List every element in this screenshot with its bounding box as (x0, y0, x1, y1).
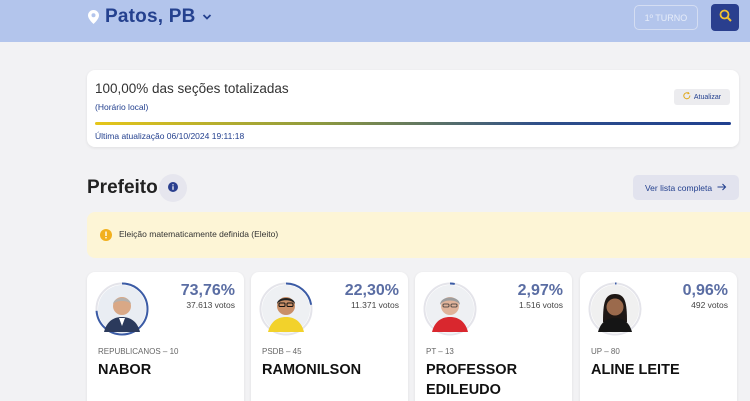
status-subtitle: (Horário local) (95, 102, 149, 112)
candidate-photo (259, 282, 313, 336)
candidate-card[interactable]: 22,30% 11.371 votos PSDB – 45 RAMONILSON (251, 272, 408, 401)
top-header: Patos, PB 1º TURNO (0, 0, 750, 42)
arrow-right-icon (717, 183, 727, 193)
candidate-name: RAMONILSON (262, 362, 362, 378)
alert-icon (100, 228, 112, 246)
party-label: PSDB – 45 (262, 347, 302, 356)
candidate-card[interactable]: 73,76% 37.613 votos REPUBLICANOS – 10 NA… (87, 272, 244, 401)
search-icon (719, 9, 732, 27)
search-button[interactable] (711, 4, 739, 31)
party-label: PT – 13 (426, 347, 454, 356)
refresh-button[interactable]: Atualizar (674, 89, 730, 105)
status-title: 100,00% das seções totalizadas (95, 81, 289, 96)
vote-count: 492 votos (691, 300, 728, 310)
candidate-card[interactable]: 0,96% 492 votos UP – 80 ALINE LEITE (580, 272, 737, 401)
turno-button[interactable]: 1º TURNO (634, 5, 698, 30)
info-button[interactable] (159, 174, 187, 202)
candidate-photo (423, 282, 477, 336)
candidate-photo (95, 282, 149, 336)
vote-count: 37.613 votos (186, 300, 235, 310)
party-label: UP – 80 (591, 347, 620, 356)
section-title: Prefeito (87, 177, 158, 198)
candidate-name: PROFESSOR EDILEUDO (426, 362, 518, 398)
refresh-icon (683, 91, 691, 102)
candidate-name: ALINE LEITE (591, 362, 680, 378)
vote-percentage: 0,96% (682, 282, 728, 299)
vote-count: 11.371 votos (350, 300, 399, 310)
party-label: REPUBLICANOS – 10 (98, 347, 179, 356)
location-selector[interactable]: Patos, PB (88, 6, 212, 28)
vote-percentage: 73,76% (180, 282, 235, 299)
totalization-progress-bar (95, 122, 731, 125)
location-pin-icon (88, 10, 99, 24)
last-update-text: Última atualização 06/10/2024 19:11:18 (95, 131, 245, 141)
alert-text: Eleição matematicamente definida (Eleito… (119, 229, 279, 239)
candidate-card[interactable]: 2,97% 1.516 votos PT – 13 PROFESSOR EDIL… (415, 272, 572, 401)
totalization-status-card: 100,00% das seções totalizadas (Horário … (87, 70, 739, 147)
vote-count: 1.516 votos (519, 300, 563, 310)
vote-percentage: 2,97% (517, 282, 563, 299)
refresh-label: Atualizar (693, 93, 722, 101)
view-full-list-button[interactable]: Ver lista completa (633, 175, 739, 200)
candidate-name: NABOR (98, 362, 152, 378)
vote-percentage: 22,30% (344, 282, 399, 299)
chevron-down-icon (202, 13, 212, 21)
election-defined-alert: Eleição matematicamente definida (Eleito… (87, 212, 750, 258)
view-full-list-label: Ver lista completa (644, 182, 713, 193)
info-icon (168, 179, 178, 197)
candidate-photo (588, 282, 642, 336)
city-name: Patos, PB (105, 6, 196, 27)
progress-fill (95, 122, 731, 125)
